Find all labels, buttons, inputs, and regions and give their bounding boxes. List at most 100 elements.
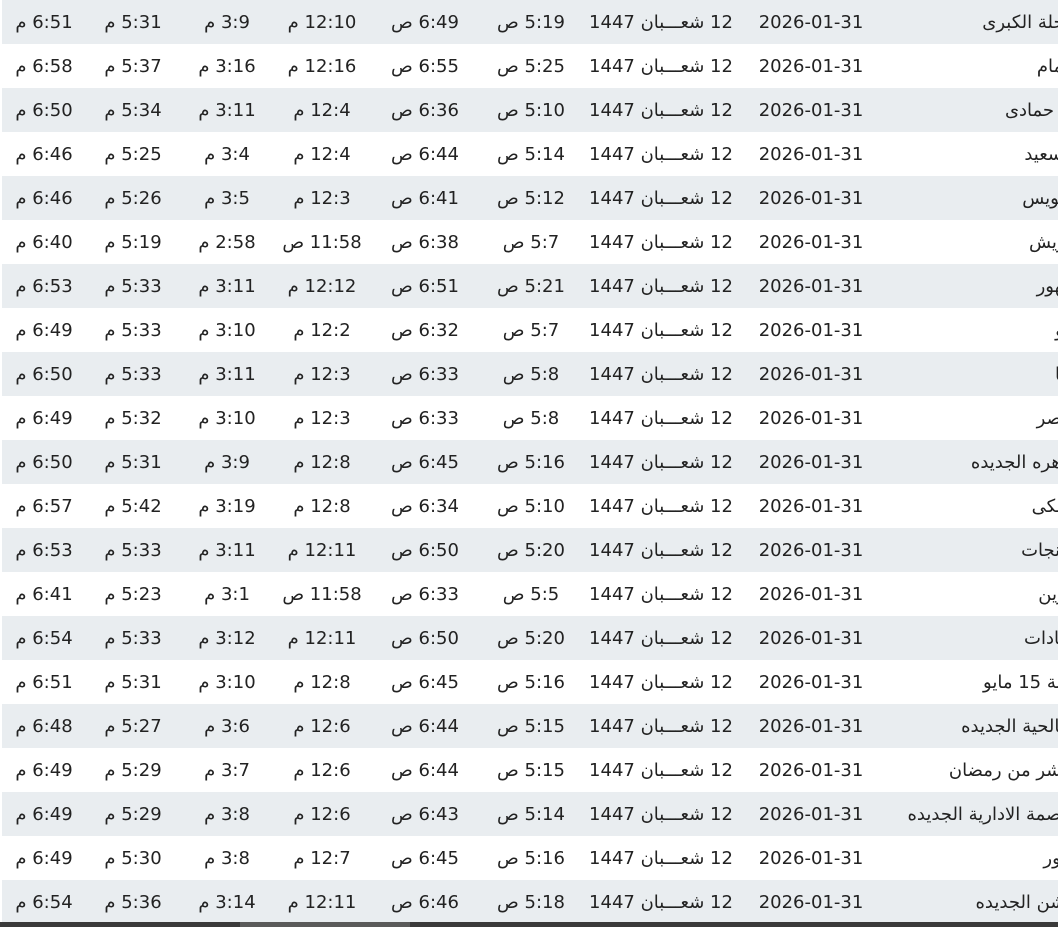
table-row: الحمام 2026-01-31 12 شعـــبان 1447 5:25 ص 6:… [2, 44, 1058, 88]
maghrib-time-cell: 5:30 م [104, 847, 162, 869]
city-cell: السادات [1024, 627, 1058, 649]
hijri-date-cell: 12 شعـــبان 1447 [589, 363, 733, 385]
dhuhr-time-cell: 12:3 م [293, 407, 351, 429]
asr-time-cell: 3:4 م [204, 143, 250, 165]
city-cell: الحمام [1036, 55, 1058, 77]
maghrib-time-cell: 5:33 م [104, 275, 162, 297]
city-cell: دمنهور [1036, 275, 1058, 297]
fajr-time-cell: 5:21 ص [497, 275, 565, 297]
fajr-time-cell: 5:8 ص [502, 407, 560, 429]
gregorian-date-cell: 2026-01-31 [758, 671, 864, 693]
city-cell: السويس [1022, 187, 1058, 209]
gregorian-date-cell: 2026-01-31 [758, 539, 864, 561]
fajr-time-cell: 5:8 ص [502, 363, 560, 385]
isha-time-cell: 6:49 م [15, 407, 73, 429]
table-row: العاشر من رمضان 2026-01-31 12 شعـــبان 144… [2, 748, 1058, 792]
isha-time-cell: 6:49 م [15, 803, 73, 825]
gregorian-date-cell: 2026-01-31 [758, 627, 864, 649]
dhuhr-time-cell: 12:2 م [293, 319, 351, 341]
sunrise-time-cell: 6:44 ص [391, 715, 459, 737]
city-cell: العاصمة الادارية الجديده [907, 803, 1058, 825]
hijri-date-cell: 12 شعـــبان 1447 [589, 231, 733, 253]
gregorian-date-cell: 2026-01-31 [758, 407, 864, 429]
gregorian-date-cell: 2026-01-31 [758, 187, 864, 209]
fajr-time-cell: 5:10 ص [497, 495, 565, 517]
table-row: القاهره الجديده 2026-01-31 12 شعـــبان 144… [2, 440, 1058, 484]
sunrise-time-cell: 6:32 ص [391, 319, 459, 341]
fajr-time-cell: 5:5 ص [502, 583, 560, 605]
asr-time-cell: 3:5 م [204, 187, 250, 209]
sunrise-time-cell: 6:41 ص [391, 187, 459, 209]
city-cell: كاترين [1038, 583, 1058, 605]
city-cell: العبور [1043, 847, 1058, 869]
maghrib-time-cell: 5:34 م [104, 99, 162, 121]
sunrise-time-cell: 6:45 ص [391, 847, 459, 869]
asr-time-cell: 3:11 م [198, 275, 256, 297]
isha-time-cell: 6:54 م [15, 627, 73, 649]
city-cell: مدينة 15 مايو [983, 671, 1058, 693]
maghrib-time-cell: 5:26 م [104, 187, 162, 209]
city-cell: الصالحية الجديده [961, 715, 1058, 737]
isha-time-cell: 6:40 م [15, 231, 73, 253]
hijri-date-cell: 12 شعـــبان 1447 [589, 495, 733, 517]
hijri-date-cell: 12 شعـــبان 1447 [589, 847, 733, 869]
gregorian-date-cell: 2026-01-31 [758, 55, 864, 77]
hijri-date-cell: 12 شعـــبان 1447 [589, 671, 733, 693]
fajr-time-cell: 5:12 ص [497, 187, 565, 209]
fajr-time-cell: 5:20 ص [497, 539, 565, 561]
gregorian-date-cell: 2026-01-31 [758, 275, 864, 297]
dhuhr-time-cell: 12:6 م [293, 759, 351, 781]
bottom-scrollbar[interactable] [0, 922, 1058, 927]
dhuhr-time-cell: 12:7 م [293, 847, 351, 869]
dhuhr-time-cell: 12:12 م [287, 275, 357, 297]
asr-time-cell: 3:8 م [204, 847, 250, 869]
maghrib-time-cell: 5:31 م [104, 671, 162, 693]
city-cell: الدلنجات [1021, 539, 1058, 561]
asr-time-cell: 3:9 م [204, 451, 250, 473]
table-row: الصالحية الجديده 2026-01-31 12 شعـــبان 14… [2, 704, 1058, 748]
sunrise-time-cell: 6:44 ص [391, 143, 459, 165]
table-row: مدينة 15 مايو 2026-01-31 12 شعـــبان 1447 5… [2, 660, 1058, 704]
gregorian-date-cell: 2026-01-31 [758, 583, 864, 605]
dhuhr-time-cell: 12:11 م [287, 891, 357, 913]
maghrib-time-cell: 5:33 م [104, 363, 162, 385]
fajr-time-cell: 5:16 ص [497, 671, 565, 693]
hijri-date-cell: 12 شعـــبان 1447 [589, 759, 733, 781]
asr-time-cell: 3:7 م [204, 759, 250, 781]
dhuhr-time-cell: 11:58 ص [282, 583, 362, 605]
city-cell: الفشن الجديده [975, 891, 1058, 913]
fajr-time-cell: 5:25 ص [497, 55, 565, 77]
sunrise-time-cell: 6:46 ص [391, 891, 459, 913]
table-row: الأقصر 2026-01-31 12 شعـــبان 1447 5:8 ص 6:3… [2, 396, 1058, 440]
isha-time-cell: 6:51 م [15, 11, 73, 33]
dhuhr-time-cell: 12:10 م [287, 11, 357, 33]
asr-time-cell: 3:10 م [198, 319, 256, 341]
fajr-time-cell: 5:15 ص [497, 715, 565, 737]
maghrib-time-cell: 5:32 م [104, 407, 162, 429]
asr-time-cell: 3:11 م [198, 99, 256, 121]
table-row: المحلة الكبرى 2026-01-31 12 شعـــبان 1447 5… [2, 0, 1058, 44]
scrollbar-thumb[interactable] [240, 922, 410, 927]
dhuhr-time-cell: 12:8 م [293, 495, 351, 517]
asr-time-cell: 3:11 م [198, 363, 256, 385]
maghrib-time-cell: 5:36 م [104, 891, 162, 913]
city-cell: المحلة الكبرى [982, 11, 1058, 33]
gregorian-date-cell: 2026-01-31 [758, 715, 864, 737]
table-row: السادات 2026-01-31 12 شعـــبان 1447 5:20 ص 6… [2, 616, 1058, 660]
maghrib-time-cell: 5:27 م [104, 715, 162, 737]
hijri-date-cell: 12 شعـــبان 1447 [589, 539, 733, 561]
dhuhr-time-cell: 12:11 م [287, 539, 357, 561]
isha-time-cell: 6:46 م [15, 143, 73, 165]
isha-time-cell: 6:41 م [15, 583, 73, 605]
dhuhr-time-cell: 12:16 م [287, 55, 357, 77]
fajr-time-cell: 5:16 ص [497, 847, 565, 869]
maghrib-time-cell: 5:23 م [104, 583, 162, 605]
sunrise-time-cell: 6:38 ص [391, 231, 459, 253]
prayer-times-table: المحلة الكبرى 2026-01-31 12 شعـــبان 1447 5… [2, 0, 1058, 924]
isha-time-cell: 6:53 م [15, 539, 73, 561]
maghrib-time-cell: 5:37 م [104, 55, 162, 77]
hijri-date-cell: 12 شعـــبان 1447 [589, 11, 733, 33]
sunrise-time-cell: 6:33 ص [391, 363, 459, 385]
table-row: كاترين 2026-01-31 12 شعـــبان 1447 5:5 ص 6:3… [2, 572, 1058, 616]
hijri-date-cell: 12 شعـــبان 1447 [589, 143, 733, 165]
